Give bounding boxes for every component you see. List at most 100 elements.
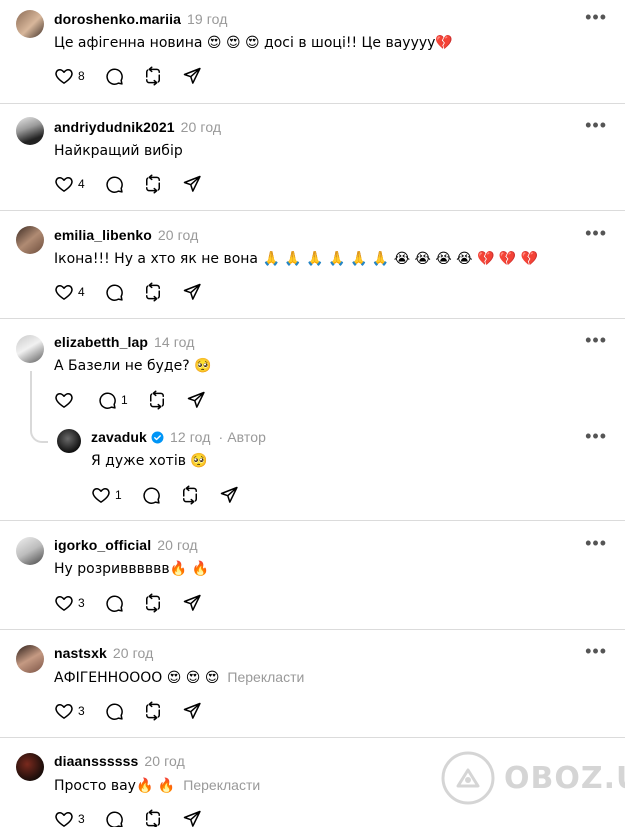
more-icon[interactable]: ••• (585, 224, 607, 242)
repost-button[interactable] (143, 809, 163, 827)
watermark-text: OBOZ.UA (504, 760, 625, 796)
avatar[interactable] (16, 645, 44, 673)
heart-icon (54, 593, 74, 613)
like-button[interactable]: 8 (54, 66, 85, 86)
comment-icon (104, 66, 124, 86)
comment-4: elizabetth_lap 14 год ••• А Базели не буд… (0, 319, 625, 521)
timestamp: 14 год (153, 334, 195, 350)
reply-more-icon[interactable]: ••• (585, 427, 607, 445)
timestamp: 20 год (180, 119, 222, 135)
avatar[interactable] (16, 335, 44, 363)
like-count: 4 (78, 177, 85, 191)
repost-button[interactable] (143, 282, 163, 302)
reply-username[interactable]: zavaduk 12 год · Автор (91, 429, 266, 445)
like-count: 8 (78, 69, 85, 83)
watermark: OBOZ.UA (440, 750, 625, 806)
reply-button[interactable] (141, 485, 161, 505)
username[interactable]: igorko_official 20 год (54, 537, 198, 553)
share-button[interactable] (182, 809, 202, 827)
comment-text: Ну розривввввв🔥 🔥 (54, 561, 209, 577)
more-icon[interactable]: ••• (585, 534, 607, 552)
repost-button[interactable] (143, 174, 163, 194)
username[interactable]: elizabetth_lap 14 год (54, 334, 195, 350)
share-button[interactable] (182, 174, 202, 194)
reply-count: 1 (121, 393, 128, 407)
avatar[interactable] (16, 117, 44, 145)
timestamp: 20 год (157, 227, 199, 243)
like-button[interactable]: 4 (54, 174, 85, 194)
share-icon (219, 485, 239, 505)
reply-button[interactable] (104, 282, 124, 302)
repost-button[interactable] (180, 485, 200, 505)
avatar[interactable] (16, 226, 44, 254)
share-button[interactable] (182, 701, 202, 721)
reply-action-bar: 1 (91, 485, 258, 505)
repost-icon (143, 593, 163, 613)
author-badge: Автор (227, 429, 267, 445)
timestamp: 20 год (112, 645, 154, 661)
share-button[interactable] (186, 390, 206, 410)
repost-button[interactable] (143, 66, 163, 86)
comment-icon (141, 485, 161, 505)
share-button[interactable] (182, 66, 202, 86)
username[interactable]: emilia_libenko 20 год (54, 227, 198, 243)
avatar[interactable] (16, 10, 44, 38)
translate-link[interactable]: Перекласти (227, 669, 304, 685)
timestamp: 19 год (186, 11, 228, 27)
reply-button[interactable] (104, 809, 124, 827)
reply-button[interactable]: 1 (97, 390, 128, 410)
comment-text: А Базели не буде? 🥺 (54, 358, 212, 374)
comment-5: igorko_official 20 год ••• Ну розривввввв… (0, 521, 625, 630)
like-button[interactable]: 3 (54, 809, 85, 827)
action-bar: 3 (54, 593, 221, 613)
repost-icon (143, 66, 163, 86)
avatar[interactable] (16, 753, 44, 781)
action-bar: 1 (54, 390, 225, 410)
like-button[interactable]: 3 (54, 593, 85, 613)
share-button[interactable] (219, 485, 239, 505)
verified-icon (151, 431, 164, 444)
more-icon[interactable]: ••• (585, 8, 607, 26)
repost-icon (180, 485, 200, 505)
like-button[interactable]: 3 (54, 701, 85, 721)
share-icon (182, 809, 202, 827)
like-count: 3 (78, 704, 85, 718)
reply-button[interactable] (104, 701, 124, 721)
comment-6: nastsxk 20 год ••• АФІГЕННОООО 😍 😍 😍 Перек… (0, 630, 625, 738)
share-icon (182, 174, 202, 194)
more-icon[interactable]: ••• (585, 116, 607, 134)
timestamp: 20 год (144, 753, 185, 769)
comment-text-row: АФІГЕННОООО 😍 😍 😍 Перекласти (54, 669, 304, 686)
share-icon (182, 66, 202, 86)
avatar[interactable] (16, 537, 44, 565)
heart-icon (54, 809, 74, 827)
username[interactable]: nastsxk 20 год (54, 645, 153, 661)
username[interactable]: andriydudnik2021 20 год (54, 119, 221, 135)
translate-link[interactable]: Перекласти (183, 777, 260, 793)
share-button[interactable] (182, 593, 202, 613)
more-icon[interactable]: ••• (585, 642, 607, 660)
reply-button[interactable] (104, 174, 124, 194)
reply-button[interactable] (104, 66, 124, 86)
repost-button[interactable] (147, 390, 167, 410)
like-count: 1 (115, 488, 122, 502)
heart-icon (54, 174, 74, 194)
heart-icon (54, 701, 74, 721)
like-button[interactable]: 4 (54, 282, 85, 302)
like-button[interactable]: 1 (91, 485, 122, 505)
share-button[interactable] (182, 282, 202, 302)
repost-icon (143, 701, 163, 721)
repost-button[interactable] (143, 593, 163, 613)
comment-text: Ікона!!! Ну а хто як не вона 🙏 🙏 🙏 🙏 🙏 🙏… (54, 251, 539, 267)
comment-text: Найкращий вибір (54, 143, 183, 159)
username[interactable]: doroshenko.mariia 19 год (54, 11, 227, 27)
repost-button[interactable] (143, 701, 163, 721)
like-button[interactable] (54, 390, 78, 410)
reply-button[interactable] (104, 593, 124, 613)
username[interactable]: diaanssssss 20 год (54, 753, 185, 769)
heart-icon (54, 282, 74, 302)
more-icon[interactable]: ••• (585, 331, 607, 349)
reply-avatar[interactable] (57, 429, 81, 453)
heart-icon (54, 390, 74, 410)
repost-icon (147, 390, 167, 410)
